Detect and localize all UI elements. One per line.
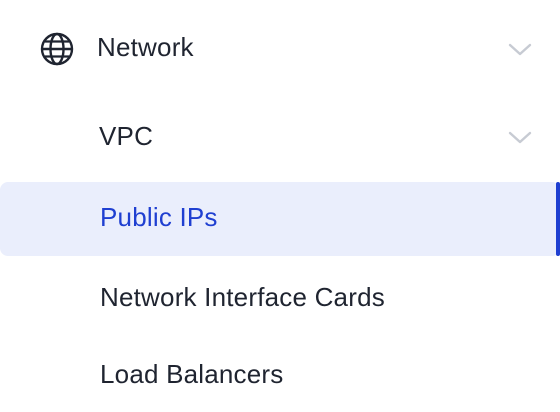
globe-icon: [40, 32, 74, 66]
nav-item-network-interface-cards-label: Network Interface Cards: [100, 282, 385, 312]
nav-item-public-ips-label: Public IPs: [100, 202, 218, 232]
nav-item-public-ips[interactable]: Public IPs: [0, 182, 560, 256]
nav-group-vpc[interactable]: VPC: [0, 106, 560, 168]
nav-group-vpc-label: VPC: [99, 121, 154, 151]
nav-item-load-balancers[interactable]: Load Balancers: [0, 344, 560, 406]
chevron-down-icon[interactable]: [507, 130, 533, 146]
nav-group-network-label: Network: [97, 32, 194, 62]
network-nav-menu: Network VPC Public IPs Network Interface…: [0, 0, 560, 412]
chevron-down-icon[interactable]: [507, 42, 533, 58]
nav-group-network[interactable]: Network: [0, 18, 560, 78]
nav-item-network-interface-cards[interactable]: Network Interface Cards: [0, 266, 560, 328]
active-indicator: [556, 182, 560, 256]
nav-item-load-balancers-label: Load Balancers: [100, 359, 284, 389]
